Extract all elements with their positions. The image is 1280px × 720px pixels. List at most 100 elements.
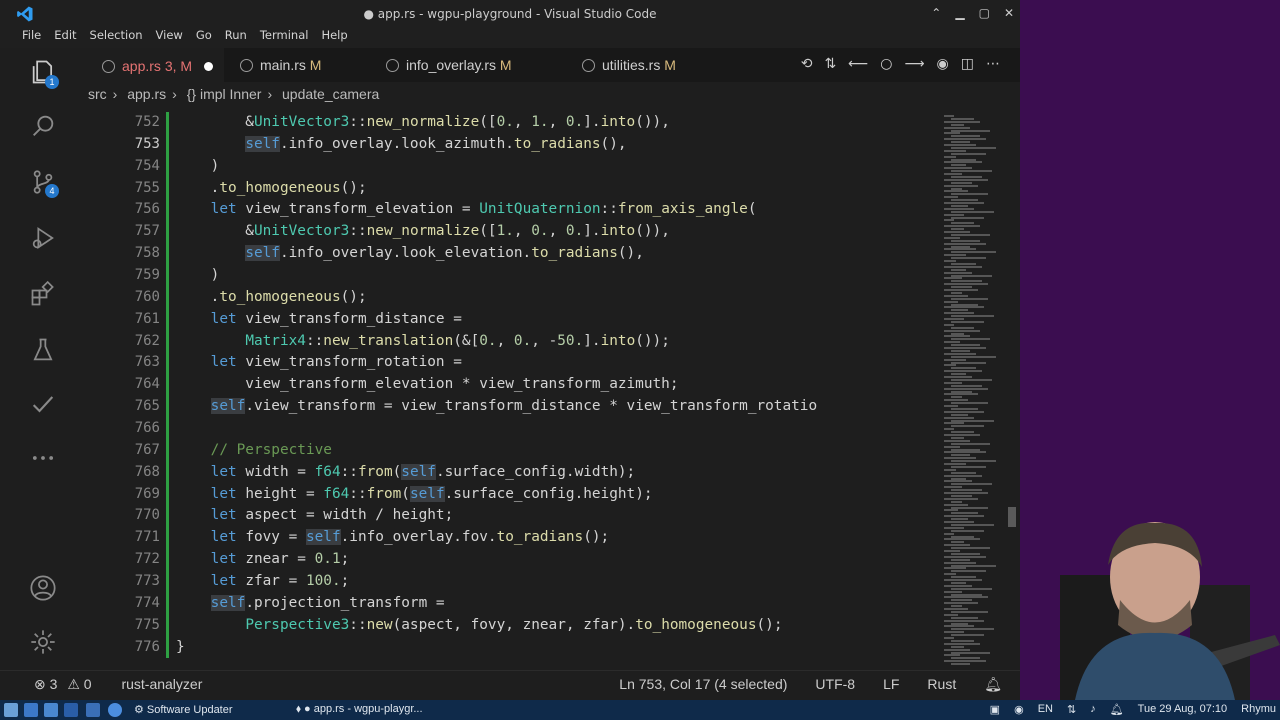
minimap-line	[951, 286, 972, 289]
menu-terminal[interactable]: Terminal	[260, 28, 309, 48]
warning-count[interactable]: 0	[84, 676, 92, 692]
code-line[interactable]: &UnitVector3::new_normalize([0., 1., 0.]…	[176, 112, 1018, 134]
code-line[interactable]: let height = f64::from(self.surface_conf…	[176, 484, 1018, 506]
menu-view[interactable]: View	[156, 28, 183, 48]
files-icon[interactable]	[44, 703, 58, 717]
code-line[interactable]: let view_transform_elevation = UnitQuate…	[176, 199, 1018, 221]
code-content[interactable]: &UnitVector3::new_normalize([0., 1., 0.]…	[176, 112, 1018, 658]
tab-info-overlay-rs[interactable]: info_overlay.rs M	[386, 48, 512, 82]
network-icon[interactable]: ⇅	[1067, 703, 1076, 716]
code-line[interactable]: let view_transform_distance =	[176, 309, 1018, 331]
testing-icon[interactable]	[29, 336, 57, 364]
open-changes-icon[interactable]: ◉	[937, 56, 949, 72]
error-count[interactable]: 3	[50, 676, 58, 692]
menu-go[interactable]: Go	[196, 28, 212, 48]
code-line[interactable]: &UnitVector3::new_normalize([1., 0., 0.]…	[176, 221, 1018, 243]
breadcrumb-folder[interactable]: src	[88, 86, 107, 102]
webcam-image	[1020, 505, 1280, 700]
go-back-icon[interactable]: ⟵	[848, 56, 868, 72]
task-software-updater[interactable]: ⚙ Software Updater	[134, 703, 233, 716]
code-line[interactable]: )	[176, 265, 1018, 287]
code-line[interactable]	[176, 418, 1018, 440]
minimap-line	[944, 457, 976, 460]
code-line[interactable]: .to_homogeneous();	[176, 178, 1018, 200]
error-icon[interactable]: ⊗	[34, 676, 46, 692]
accounts-icon[interactable]	[29, 574, 57, 602]
menu-selection[interactable]: Selection	[90, 28, 143, 48]
code-line[interactable]: let fovy = self.info_overlay.fov.to_radi…	[176, 527, 1018, 549]
extensions-icon[interactable]	[29, 280, 57, 308]
code-line[interactable]: self.info_overlay.look_elevation.to_radi…	[176, 243, 1018, 265]
menu-file[interactable]: File	[22, 28, 41, 48]
minimap-line	[951, 518, 968, 521]
search-icon[interactable]	[29, 112, 57, 140]
breadcrumb-method[interactable]: update_camera	[282, 86, 379, 102]
language-server[interactable]: rust-analyzer	[121, 676, 202, 692]
desktop-icon[interactable]	[24, 703, 38, 717]
code-line[interactable]: }	[176, 637, 1018, 659]
tray-app-icon[interactable]: ▣	[990, 703, 1000, 716]
clock[interactable]: Tue 29 Aug, 07:10	[1138, 703, 1228, 716]
user-name[interactable]: Rhymu	[1241, 703, 1276, 716]
settings-gear-icon[interactable]	[29, 628, 57, 656]
code-line[interactable]: let view_transform_rotation =	[176, 352, 1018, 374]
code-line[interactable]: self.view_transform = view_transform_dis…	[176, 396, 1018, 418]
minimap[interactable]	[938, 112, 1010, 670]
language-mode[interactable]: Rust	[927, 676, 956, 693]
tab-utilities-rs[interactable]: utilities.rs M	[582, 48, 676, 82]
run-debug-icon[interactable]	[29, 224, 57, 252]
code-line[interactable]: self.projection_transform =	[176, 593, 1018, 615]
code-line[interactable]: let znear = 0.1;	[176, 549, 1018, 571]
breadcrumb-impl[interactable]: {} impl Inner	[187, 86, 262, 102]
tab-app-rs[interactable]: app.rs 3, M	[88, 48, 224, 82]
code-line[interactable]: .to_homogeneous();	[176, 287, 1018, 309]
minimap-line	[944, 138, 986, 141]
minimize-icon[interactable]: ▁	[955, 6, 964, 20]
task-vscode[interactable]: ⬧ ● app.rs - wgpu-playgr...	[296, 703, 423, 716]
tray-browser-icon[interactable]: ◉	[1014, 703, 1024, 716]
menu-run[interactable]: Run	[225, 28, 247, 48]
code-line[interactable]: )	[176, 156, 1018, 178]
terminal-icon[interactable]	[64, 703, 78, 717]
cursor-position[interactable]: Ln 753, Col 17 (4 selected)	[619, 676, 787, 693]
browser-icon[interactable]	[108, 703, 122, 717]
encoding[interactable]: UTF-8	[815, 676, 855, 693]
menu-help[interactable]: Help	[321, 28, 347, 48]
scrollbar-thumb[interactable]	[1008, 507, 1016, 527]
code-line[interactable]: view_transform_elevation * view_transfor…	[176, 374, 1018, 396]
tab-main-rs[interactable]: main.rs M	[240, 48, 321, 82]
code-line[interactable]: // Perspective	[176, 440, 1018, 462]
search-app-icon[interactable]	[86, 703, 100, 717]
timeline-icon[interactable]: ⟲	[801, 56, 813, 72]
menu-edit[interactable]: Edit	[54, 28, 76, 48]
compare-icon[interactable]: ⇅	[824, 56, 836, 72]
minimap-line	[951, 187, 962, 190]
circle-icon[interactable]: ○	[880, 56, 892, 72]
breadcrumb-file[interactable]: app.rs	[127, 86, 166, 102]
code-line[interactable]: Matrix4::new_translation(&[0., 0., -50.]…	[176, 331, 1018, 353]
more-icon[interactable]	[29, 444, 57, 472]
start-menu-icon[interactable]	[4, 703, 18, 717]
keyboard-layout[interactable]: EN	[1038, 703, 1053, 716]
split-editor-icon[interactable]: ◫	[961, 56, 974, 72]
code-line[interactable]: let aspect = width / height;	[176, 505, 1018, 527]
checkmark-icon[interactable]	[29, 390, 57, 418]
minimap-line	[944, 358, 966, 361]
minimap-line	[951, 442, 990, 445]
code-line[interactable]: Perspective3::new(aspect, fovy, znear, z…	[176, 615, 1018, 637]
close-icon[interactable]: ✕	[1004, 6, 1014, 20]
code-editor[interactable]: 752 753 754 755 756 757 758 759 760 761 762 763 764 7…	[88, 112, 1020, 670]
code-line[interactable]: let zfar = 100.;	[176, 571, 1018, 593]
code-line[interactable]: self.info_overlay.look_azimuth.to_radian…	[176, 134, 1018, 156]
notifications-bell-icon[interactable]: 🔔︎	[984, 676, 1002, 693]
notification-icon[interactable]: 🔔︎	[1110, 703, 1124, 716]
maximize-icon[interactable]: ▢	[979, 6, 990, 20]
more-actions-icon[interactable]: ⋯	[986, 56, 1000, 72]
collapse-icon[interactable]: ⌃	[931, 6, 941, 20]
code-line[interactable]: let width = f64::from(self.surface_confi…	[176, 462, 1018, 484]
warning-icon[interactable]: ⚠	[67, 676, 80, 692]
end-of-line[interactable]: LF	[883, 676, 899, 693]
unsaved-dot-icon[interactable]	[204, 62, 214, 71]
volume-icon[interactable]: ♪	[1090, 703, 1096, 716]
go-forward-icon[interactable]: ⟶	[904, 56, 924, 72]
